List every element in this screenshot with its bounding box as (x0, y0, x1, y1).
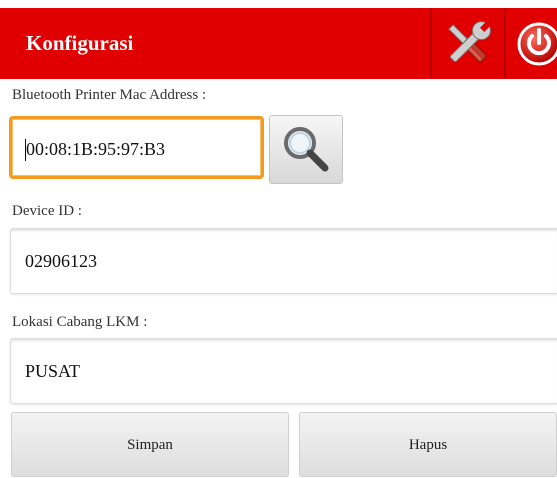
power-icon (517, 22, 557, 66)
device-id-label: Device ID : (12, 203, 82, 219)
delete-button[interactable]: Hapus (299, 412, 557, 477)
mac-address-label: Bluetooth Printer Mac Address : (12, 87, 207, 103)
branch-location-value: PUSAT (25, 361, 81, 381)
device-id-input[interactable]: 02906123 (10, 228, 557, 294)
mac-address-value: 00:08:1B:95:97:B3 (26, 139, 166, 159)
mac-address-input[interactable]: 00:08:1B:95:97:B3 (9, 116, 264, 179)
branch-location-input[interactable]: PUSAT (10, 338, 557, 404)
app-bar: Konfigurasi (0, 8, 557, 79)
power-button[interactable] (506, 8, 557, 79)
tools-button[interactable] (432, 8, 504, 79)
page-title: Konfigurasi (26, 31, 134, 55)
save-button[interactable]: Simpan (11, 412, 289, 477)
branch-location-label: Lokasi Cabang LKM : (12, 314, 148, 330)
tools-icon (448, 21, 491, 63)
search-button[interactable] (269, 115, 343, 184)
search-icon (284, 127, 329, 172)
status-strip (0, 0, 557, 8)
device-id-value: 02906123 (25, 251, 97, 271)
